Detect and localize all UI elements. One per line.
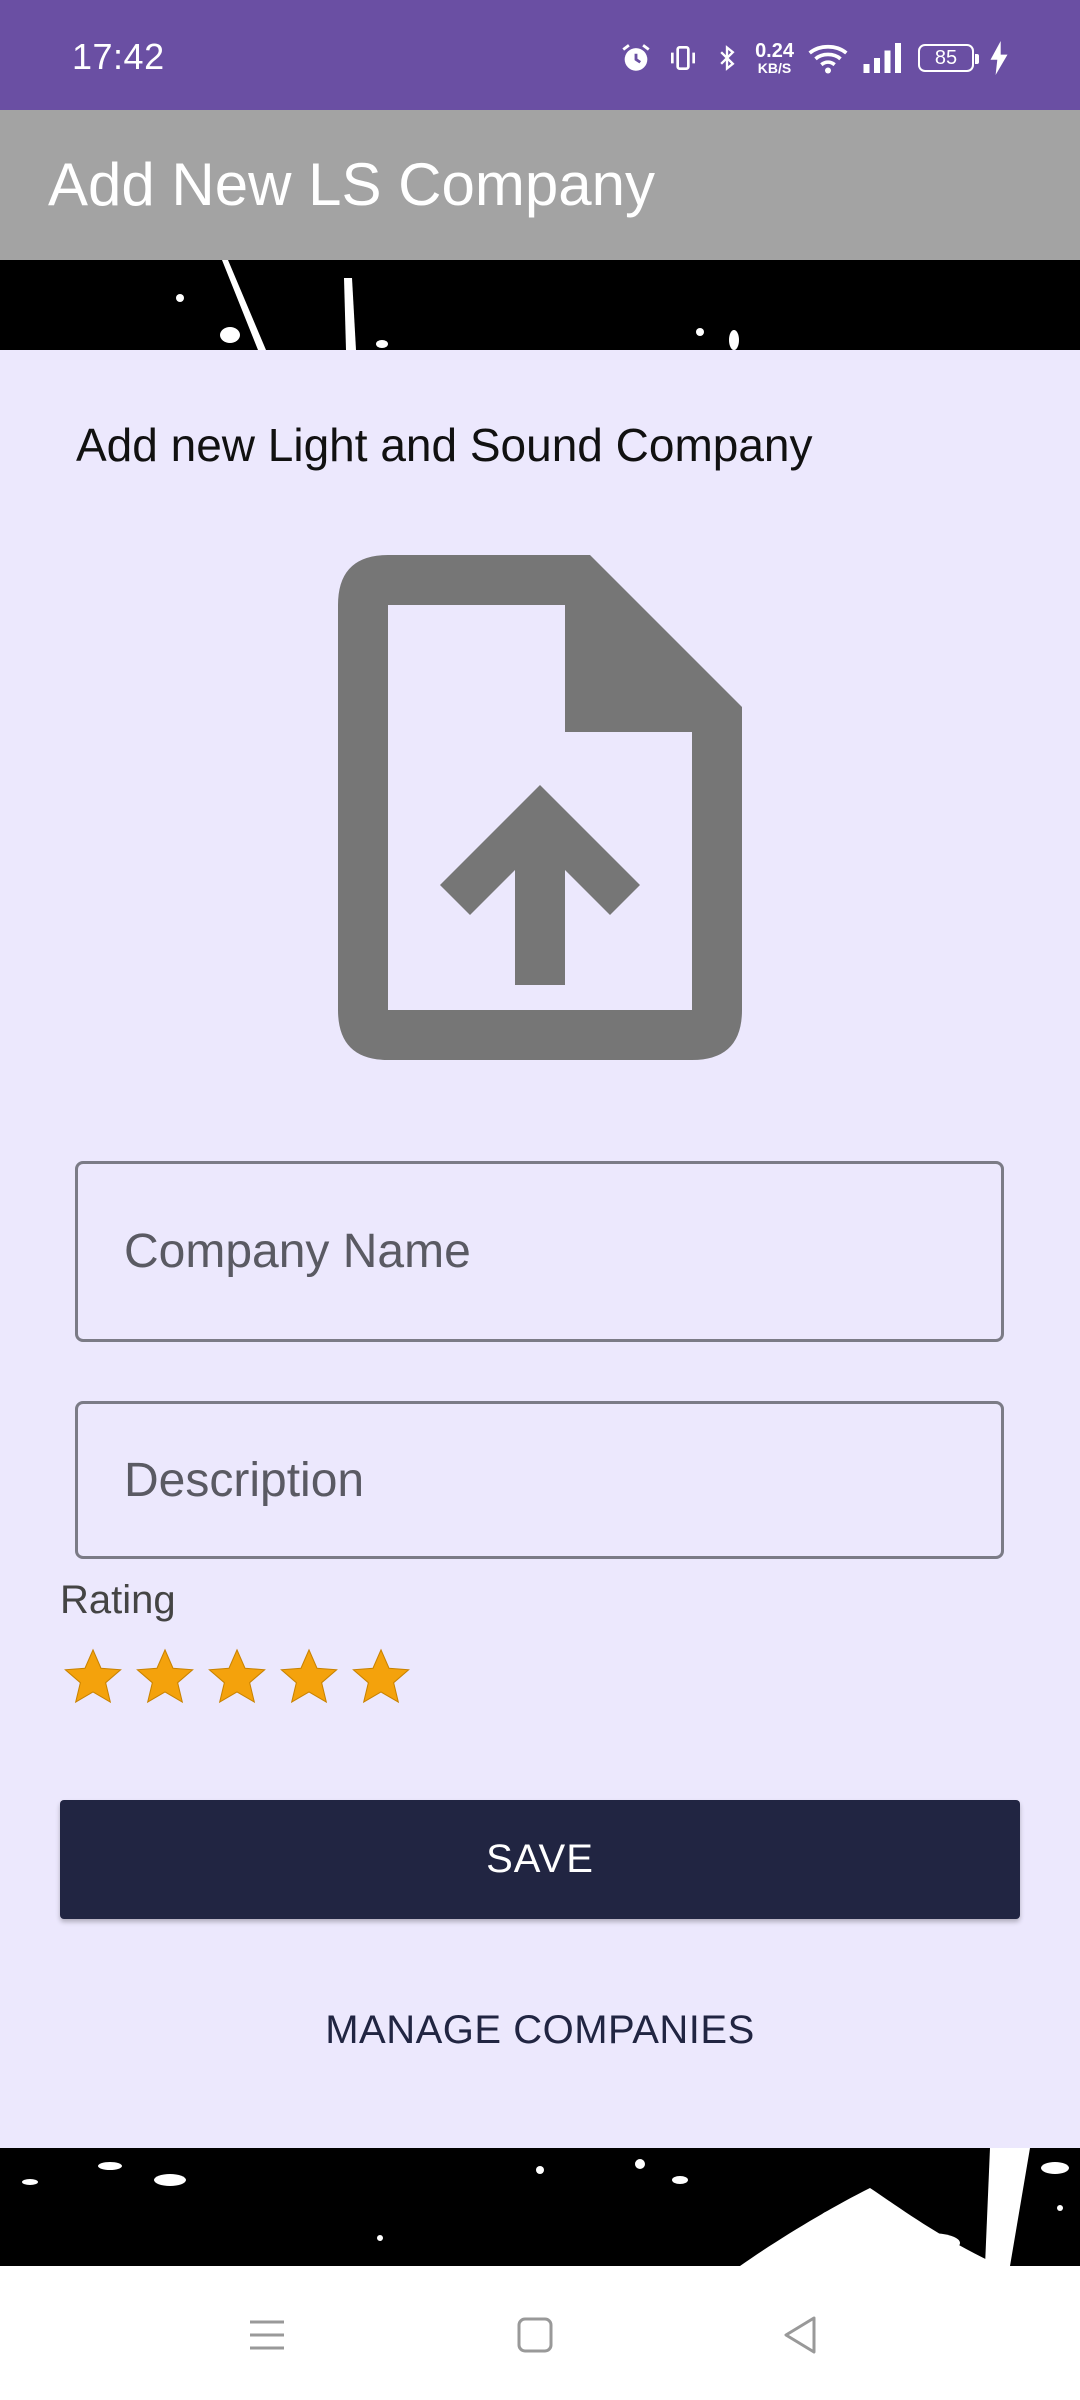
net-speed-value: 0.24 — [755, 40, 794, 62]
rating-star-icon[interactable] — [278, 1646, 340, 1708]
signal-icon — [863, 43, 901, 73]
rating-label: Rating — [60, 1578, 176, 1622]
wifi-icon — [808, 44, 848, 74]
rating-star-icon[interactable] — [350, 1646, 412, 1708]
status-time: 17:42 — [72, 36, 165, 77]
rating-star-icon[interactable] — [206, 1646, 268, 1708]
battery-level: 85 — [934, 46, 958, 69]
rating-star-icon[interactable] — [62, 1646, 124, 1708]
description-input[interactable] — [75, 1401, 1004, 1559]
form-heading: Add new Light and Sound Company — [76, 419, 813, 471]
system-nav-bar — [0, 2266, 1080, 2400]
company-name-input[interactable] — [75, 1161, 1004, 1342]
splatter-background-top — [0, 260, 1080, 350]
status-bar: 17:42 0.24 KB/S 85 — [0, 0, 1080, 110]
net-speed: 0.24 KB/S — [755, 41, 794, 75]
back-icon[interactable] — [776, 2310, 826, 2360]
manage-companies-button[interactable]: MANAGE COMPANIES — [0, 2008, 1080, 2053]
vibrate-icon — [671, 46, 696, 70]
add-company-form: Add new Light and Sound Company Rating S… — [0, 350, 1080, 2148]
splatter-background-bottom — [0, 2148, 1080, 2266]
save-button[interactable]: SAVE — [60, 1800, 1020, 1919]
home-icon[interactable] — [510, 2310, 560, 2360]
bluetooth-icon — [720, 45, 735, 71]
file-upload-icon[interactable] — [338, 555, 742, 1060]
net-speed-unit: KB/S — [757, 60, 792, 76]
recents-icon[interactable] — [242, 2310, 292, 2360]
charging-icon — [990, 41, 1008, 75]
alarm-icon — [622, 44, 650, 71]
battery-icon: 85 — [918, 44, 979, 72]
page-title: Add New LS Company — [48, 151, 655, 218]
rating-star-icon[interactable] — [134, 1646, 196, 1708]
status-icons: 0.24 KB/S 85 — [619, 38, 1010, 78]
rating-bar[interactable] — [62, 1646, 412, 1708]
app-bar: Add New LS Company — [0, 110, 1080, 260]
